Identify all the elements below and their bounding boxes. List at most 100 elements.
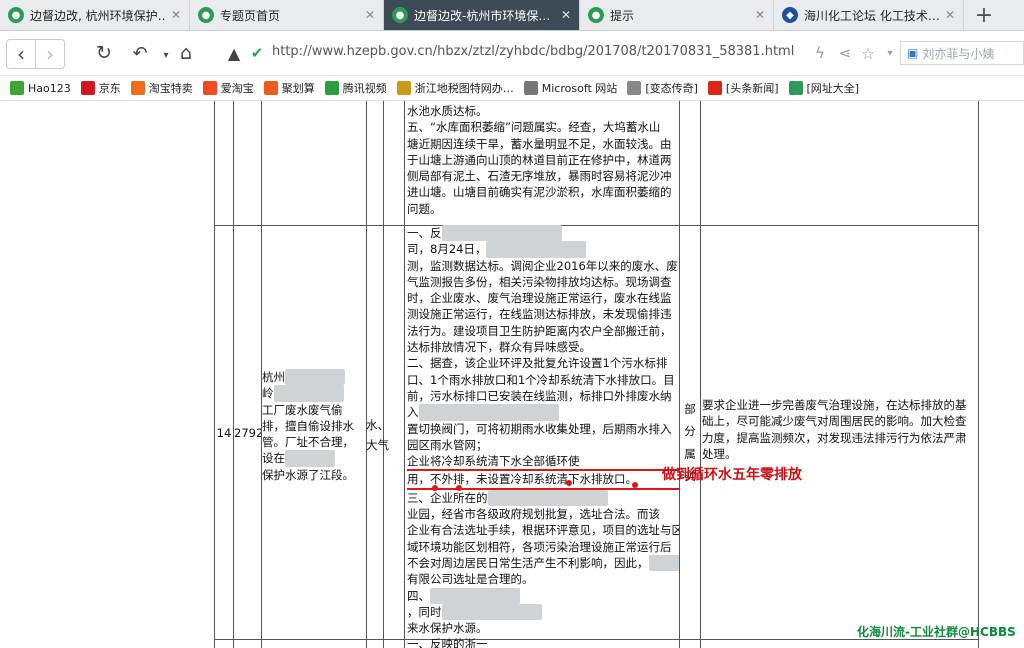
prev-row-details: 水池水质达标。五、“水库面积萎缩”问题属实。经查，大坞蓄水山 塘近期因连续干旱，蓄… — [407, 103, 679, 217]
bookmark-label: [网址大全] — [806, 82, 860, 95]
user-name: 刘亦菲与小姨 — [922, 46, 995, 61]
bookmark-icon — [707, 81, 722, 95]
text-line: 分 — [684, 424, 696, 439]
lightning-icon[interactable]: ϟ — [806, 39, 834, 67]
grid-line — [700, 101, 701, 648]
text-line: 测，监测数据达标。调阅企业2016年以来的废水、废 — [407, 258, 678, 273]
bookmark-label: Hao123 — [28, 81, 71, 95]
text-line: 杭州. — [262, 369, 366, 386]
text-line: 力度，提高监测频次，对发现违法排污行为依法严肃 — [702, 430, 967, 445]
grid-line — [978, 101, 979, 648]
text-line: 于山塘上游通向山顶的林道目前正在修护中，林道两 — [407, 152, 672, 167]
text-line: 塘近期因连续干旱，蓄水量明显不足，水面较浅。由 — [407, 136, 672, 151]
text-line: 础上，尽可能减少废气对周围居民的影响。加大检查 — [702, 414, 967, 429]
text-line: 企业有合法选址手续，根据环评意见，项目的选址与区 — [407, 523, 679, 538]
reload-icon[interactable]: ↻ — [90, 39, 118, 67]
text-line: 园区雨水管网； — [407, 437, 488, 452]
redacted-block: . — [273, 385, 344, 402]
redacted-block: . — [648, 554, 679, 572]
bookmark-item[interactable]: Microsoft 网站 — [523, 80, 618, 96]
tab-5[interactable]: ◆ 海川化工论坛 化工技术… ✕ — [774, 0, 964, 30]
text-line: 问题。 — [407, 201, 442, 216]
redacted-block: . — [430, 587, 520, 604]
grid-line — [366, 101, 367, 648]
highlight-marker — [432, 485, 438, 491]
bookmark-item[interactable]: Hao123 — [10, 81, 71, 95]
bookmark-item[interactable]: 京东 — [80, 80, 121, 96]
highlight-marker — [456, 485, 462, 491]
bookmark-item[interactable]: 淘宝特卖 — [130, 80, 193, 96]
bookmark-item[interactable]: 腾讯视频 — [324, 80, 387, 96]
text-line: 有限公司选址是合理的。 — [407, 572, 534, 587]
text-line: 保护水源了江段。 — [262, 467, 354, 482]
tab-1[interactable]: ● 边督边改, 杭州环境保护… ✕ — [0, 0, 190, 30]
bookmark-item[interactable]: [变态传奇] — [627, 80, 698, 96]
tab-2[interactable]: ● 专题页首页 ✕ — [190, 0, 384, 30]
text-line: 水池水质达标。 — [407, 104, 488, 118]
address-bar: ‹ › ↻ ↶ ▾ ⌂ ▲ ✔ http://www.hzepb.gov.cn/… — [0, 31, 1024, 76]
close-icon[interactable]: ✕ — [755, 8, 765, 22]
text-line: 域环境功能区划相符，各项污染治理设施正常运行后 — [407, 539, 672, 554]
bookmark-item[interactable]: 浙江地税图特网办… — [396, 80, 514, 96]
back-button[interactable]: ‹ — [6, 39, 36, 69]
watermark-text: 化海川流-工业社群@HCBBS — [857, 625, 1016, 639]
tab-label: 边督边改, 杭州环境保护… — [30, 8, 165, 23]
url-text[interactable]: http://www.hzepb.gov.cn/hbzx/ztzl/zyhbdc… — [272, 44, 794, 59]
text-line: 部 — [684, 402, 696, 416]
grid-line — [383, 101, 384, 648]
text-line: 不会对周边居民日常生活产生不利影响，因此，. — [407, 554, 679, 572]
redacted-block: . — [418, 404, 559, 421]
close-icon[interactable]: ✕ — [945, 8, 955, 22]
home-icon[interactable]: ⌂ — [172, 39, 200, 67]
bookmark-item[interactable]: [头条新闻] — [707, 80, 779, 96]
text-line: 侧局部有泥土、石渣无序堆放，暴雨时容易将泥沙冲 — [407, 169, 672, 184]
row-complaint: 杭州.岭.工厂废水废气偷排，擅自偷设排水管。厂址不合理，设在.保护水源了江段。 — [262, 369, 366, 483]
tab-label: 提示 — [610, 8, 635, 23]
verified-shield-icon: ✔ — [250, 44, 264, 62]
tab-favicon-icon: ◆ — [782, 7, 798, 23]
tab-favicon-icon: ● — [8, 7, 24, 23]
text-line: 置切换阀门，可将初期雨水收集处理，后期雨水排入 — [407, 421, 672, 436]
undo-icon[interactable]: ↶ — [126, 39, 154, 67]
tab-3-active[interactable]: ● 边督边改-杭州市环境保… ✕ — [384, 0, 580, 30]
grid-line — [679, 101, 680, 648]
bookmark-icon — [396, 81, 411, 95]
text-line: 四、. — [407, 587, 679, 604]
row-action: 要求企业进一步完善废气治理设施，在达标排放的基 础上，尽可能减少废气对周围居民的影… — [702, 397, 978, 462]
tab-label: 边督边改-杭州市环境保… — [414, 8, 551, 23]
bookmark-icon — [202, 81, 217, 95]
bookmark-item[interactable]: 聚划算 — [263, 80, 315, 96]
text-line: 前，污水标排口已安装在线监测，标排口外排废水纳 — [407, 388, 672, 403]
tab-favicon-icon: ● — [392, 7, 408, 23]
bookmark-label: 爱淘宝 — [220, 82, 254, 95]
text-line: 五、“水库面积萎缩”问题属实。经查，大坞蓄水山 — [407, 120, 661, 135]
bookmark-icon — [324, 81, 339, 95]
redacted-block: . — [441, 603, 542, 621]
text-line: 气监测报告多份，相关污染物排放均达标。现场调查 — [407, 274, 672, 289]
row-id: 2792 — [234, 426, 261, 440]
tab-bar: ● 边督边改, 杭州环境保护… ✕ ● 专题页首页 ✕ ● 边督边改-杭州市环境… — [0, 0, 1024, 31]
new-tab-button[interactable]: + — [964, 0, 1004, 30]
bookmark-icon — [627, 81, 642, 95]
close-icon[interactable]: ✕ — [171, 8, 181, 22]
close-icon[interactable]: ✕ — [561, 8, 571, 22]
bookmark-icon — [80, 81, 95, 95]
page-content: 水池水质达标。五、“水库面积萎缩”问题属实。经查，大坞蓄水山 塘近期因连续干旱，蓄… — [0, 101, 1024, 648]
bookmark-item[interactable]: 爱淘宝 — [202, 80, 254, 96]
text-line: 大气 — [366, 438, 389, 453]
grid-line — [404, 101, 405, 648]
text-line: 进山塘。山塘目前确实有泥沙淤积，水库面积萎缩的 — [407, 185, 672, 200]
annotation-text: 做到循环水五年零排放 — [662, 467, 802, 483]
grid-line — [233, 101, 234, 648]
text-line: 企业将冷却系统清下水全部循环使 — [407, 453, 679, 472]
bookmark-label: Microsoft 网站 — [541, 82, 618, 95]
close-icon[interactable]: ✕ — [365, 8, 375, 22]
bookmark-item[interactable]: [网址大全] — [788, 80, 860, 96]
bookmark-icon — [130, 81, 145, 95]
tab-4[interactable]: ● 提示 ✕ — [580, 0, 774, 30]
text-line: 达标排放情况下，群众有异味感受。 — [407, 340, 591, 355]
text-line: 要求企业进一步完善废气治理设施，在达标排放的基 — [702, 398, 967, 412]
user-box[interactable]: ▣ 刘亦菲与小姨 — [900, 41, 1024, 65]
forward-button[interactable]: › — [36, 39, 65, 69]
bookmark-label: [变态传奇] — [645, 82, 698, 95]
